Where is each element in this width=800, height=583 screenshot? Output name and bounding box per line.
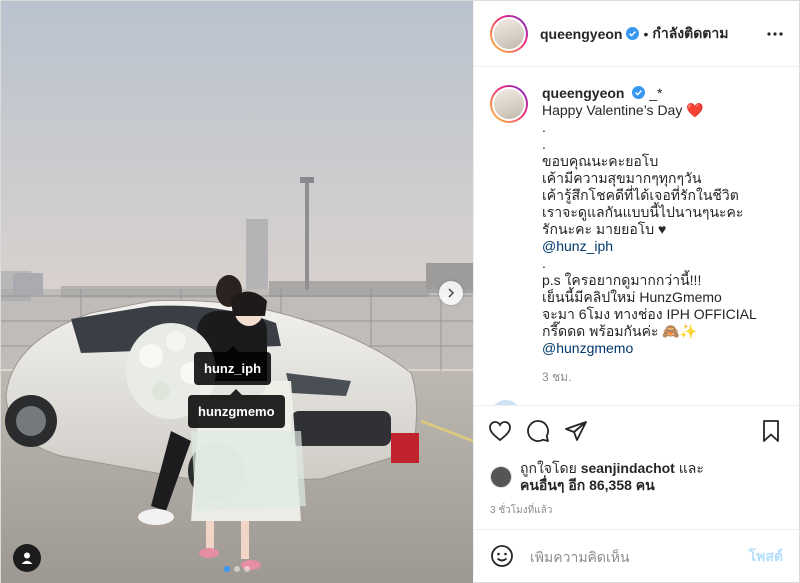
caption-line: . [542,136,546,152]
user-tag-label: hunz_iph [204,361,262,376]
mention-link[interactable]: @hunzgmemo [542,340,757,357]
caption-avatar[interactable] [490,85,528,123]
likes-prefix: ถูกใจโดย [520,460,577,476]
caption-line: เค้ารู้สึกโชคดีที่ได้เจอที่รักในชีวิต [542,187,739,203]
user-tag-hunz-iph[interactable]: hunz_iph [194,346,272,385]
caption-line: กรี๊ดดด พร้อมกันค่ะ 🙈✨ [542,323,698,339]
instagram-post: hunz_iph hunzgmemo queengyeon • กำลังติด… [0,0,800,583]
comment-avatar[interactable] [490,400,522,405]
user-icon [21,552,33,564]
header-separator: • [643,25,649,42]
caption-line: Happy Valentine’s Day ❤️ [542,102,704,118]
likes-others-link[interactable]: คนอื่นๆ อีก 86,358 คน [520,477,655,493]
caption-body: queengyeon _* Happy Valentine’s Day ❤️ .… [542,85,757,386]
caption-line: . [542,119,546,135]
user-tag-label: hunzgmemo [198,404,275,419]
post-side-panel: queengyeon • กำลังติดตาม queengyeon _* H… [473,1,799,583]
more-options-button[interactable] [767,31,783,36]
comments-area[interactable]: queengyeon _* Happy Valentine’s Day ❤️ .… [474,67,799,405]
couple-car-photo [1,1,473,583]
post-header: queengyeon • กำลังติดตาม [474,1,799,67]
likes-summary: ถูกใจโดย seanjindachot และ คนอื่นๆ อีก 8… [474,457,799,497]
liker-username[interactable]: seanjindachot [581,460,675,476]
caption-line: เค้ามีความสุขมากๆทุกๆวัน [542,170,702,186]
likes-and: และ [678,460,704,476]
comment-input[interactable] [530,549,749,565]
caption-line: จะมา 6โมง ทางช่อง IPH OFFICIAL [542,306,757,322]
share-button[interactable] [564,419,590,445]
add-comment-bar: โพสต์ [474,529,799,583]
liker-avatar[interactable] [490,466,512,488]
post-comment-button[interactable]: โพสต์ [749,546,783,568]
comment-button[interactable] [526,419,552,445]
likes-text: ถูกใจโดย seanjindachot และ คนอื่นๆ อีก 8… [520,460,704,494]
post-image[interactable]: hunz_iph hunzgmemo [1,1,473,583]
caption: queengyeon _* Happy Valentine’s Day ❤️ .… [490,85,783,386]
carousel-dot [224,566,230,572]
save-button[interactable] [759,419,785,445]
caption-line: รักนะคะ มายยอโบ ♥ [542,221,667,237]
comment-icon [527,419,549,442]
caption-line: p.s ใครอยากดูมากกว่านี้!!! [542,272,702,288]
verified-badge-icon [626,27,640,40]
caption-line: ขอบคุณนะคะยอโบ [542,153,659,169]
verified-badge-icon [632,86,646,99]
carousel-dot [244,566,250,572]
send-icon [565,420,587,441]
emoji-button[interactable] [490,544,516,570]
username-link[interactable]: queengyeon [540,26,622,42]
action-bar [474,405,799,457]
bookmark-icon [763,419,779,442]
post-timestamp: 3 ชั่วโมงที่แล้ว [490,505,553,516]
carousel-indicator [224,566,250,572]
mention-link[interactable]: @hunz_iph [542,238,757,255]
caption-username[interactable]: queengyeon [542,85,624,101]
chevron-right-icon [448,288,455,298]
like-button[interactable] [488,419,514,445]
next-comment: ♥♥♥♥♥♥ [490,400,783,405]
caption-line: . [542,255,546,271]
caption-time: 3 ชม. [542,370,572,384]
caption-line: เราจะดูแลกันแบบนี้ไปนานๆนะคะ [542,204,744,220]
following-button[interactable]: กำลังติดตาม [652,23,728,45]
more-horizontal-icon [767,31,783,36]
carousel-next-button[interactable] [439,281,463,305]
smiley-icon [491,545,513,567]
caption-text: _* [649,85,663,101]
profile-avatar[interactable] [490,14,528,53]
heart-icon [489,420,511,441]
caption-line: เย็นนี้มีคลิปใหม่ HunzGmemo [542,289,722,305]
user-tag-hunzgmemo[interactable]: hunzgmemo [188,389,285,428]
carousel-dot [234,566,240,572]
tagged-users-button[interactable] [13,544,41,572]
